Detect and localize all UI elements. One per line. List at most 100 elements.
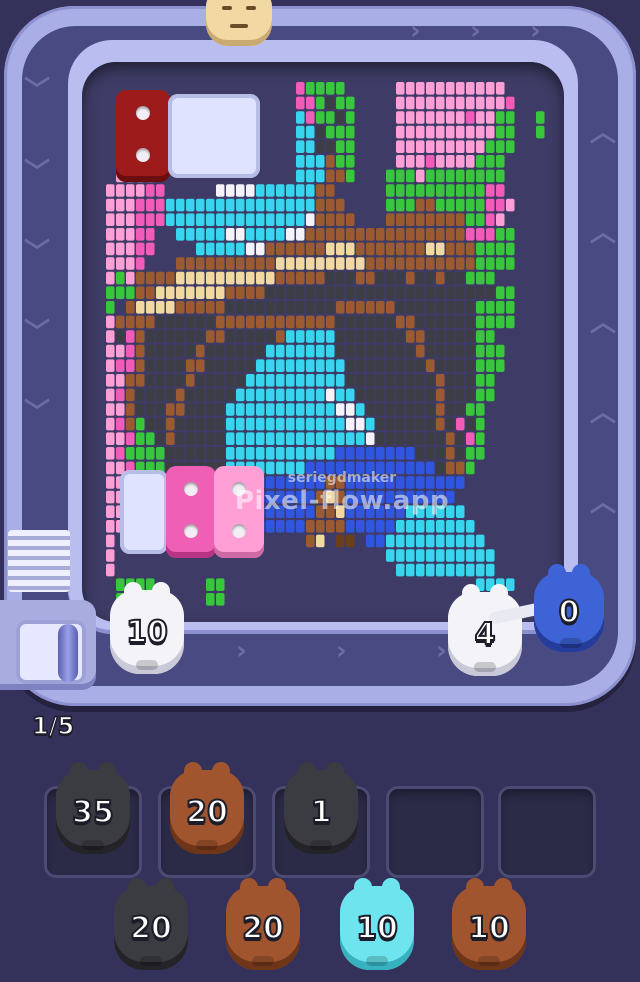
pixel-cube	[276, 344, 285, 358]
pixel-cube	[226, 374, 235, 387]
pixel-cube	[206, 198, 215, 212]
pixel-cube	[116, 315, 125, 329]
pixel-cube	[356, 315, 365, 329]
pixel-cube	[466, 155, 475, 168]
pixel-cube	[186, 315, 195, 329]
queue-pig[interactable]: 10	[340, 878, 414, 970]
pixel-cube	[266, 301, 275, 314]
pixel-cube	[246, 403, 255, 416]
pixel-cube	[206, 417, 215, 431]
pixel-cube	[166, 330, 175, 343]
holding-slot[interactable]	[498, 786, 596, 878]
pixel-cube	[296, 520, 305, 533]
pixel-cube	[216, 417, 225, 431]
pixel-cube	[456, 213, 465, 226]
pixel-cube	[456, 111, 465, 124]
pig-count: 35	[71, 794, 115, 831]
pixel-cube	[486, 213, 495, 226]
watermark-line1: seriegdmaker	[287, 470, 397, 486]
pink-block[interactable]	[166, 466, 216, 558]
queue-pig[interactable]: 10	[452, 878, 526, 970]
slot-pig[interactable]: 1	[284, 762, 358, 854]
pixel-cube	[426, 125, 435, 139]
conveyor-pig[interactable]: 0	[534, 564, 604, 652]
pixel-cube	[446, 549, 455, 562]
pixel-cube	[446, 125, 455, 139]
pixel-cube	[256, 286, 265, 299]
pixel-cube	[366, 359, 375, 372]
pixel-cube	[246, 330, 255, 343]
slot-pig[interactable]: 20	[170, 762, 244, 854]
pixel-cube	[176, 228, 185, 241]
pixel-cube	[136, 374, 145, 387]
pixel-cube	[436, 198, 445, 212]
pixel-cube	[466, 301, 475, 314]
pixel-cube	[276, 432, 285, 445]
pixel-cube	[366, 447, 375, 460]
pixel-cube	[346, 140, 355, 153]
pixel-cube	[296, 301, 305, 314]
pixel-cube	[276, 417, 285, 431]
pixel-cube	[346, 125, 355, 139]
pixel-cube	[316, 447, 325, 460]
conveyor-pig[interactable]: 4	[448, 584, 522, 676]
pixel-cube	[456, 257, 465, 270]
chevron-down-icon: ﹀	[24, 76, 51, 106]
pixel-cube	[206, 359, 215, 372]
pixel-cube	[416, 520, 425, 533]
pixel-cube	[126, 359, 135, 372]
pixel-cube	[326, 359, 335, 372]
pixel-cube	[166, 301, 175, 314]
pixel-cube	[306, 140, 315, 153]
pixel-cube	[136, 359, 145, 372]
pixel-cube	[266, 344, 275, 358]
pixel-cube	[446, 242, 455, 256]
pixel-cube	[386, 184, 395, 197]
pixel-cube	[486, 155, 495, 168]
pixel-cube	[426, 417, 435, 431]
pixel-cube	[336, 125, 345, 139]
pixel-cube	[416, 228, 425, 241]
holding-slot[interactable]	[386, 786, 484, 878]
queue-pig[interactable]: 20	[226, 878, 300, 970]
pixel-cube	[496, 111, 505, 124]
pixel-cube	[256, 228, 265, 241]
pixel-cube	[266, 388, 275, 402]
pixel-cube	[406, 96, 415, 110]
pixel-cube	[366, 315, 375, 329]
pixel-cube	[356, 520, 365, 533]
pixel-cube	[396, 417, 405, 431]
pixel-cube	[446, 563, 455, 577]
pixel-cube	[496, 315, 505, 329]
pixel-cube	[116, 257, 125, 270]
pixel-cube	[286, 315, 295, 329]
conveyor-pig[interactable]: 10	[110, 582, 184, 674]
pixel-cube	[456, 520, 465, 533]
slot-pig[interactable]: 35	[56, 762, 130, 854]
pixel-cube	[246, 301, 255, 314]
pixel-cube	[416, 198, 425, 212]
pixel-cube	[406, 111, 415, 124]
pixel-cube	[386, 301, 395, 314]
pixel-cube	[406, 388, 415, 402]
pixel-cube	[176, 432, 185, 445]
pixel-cube	[486, 359, 495, 372]
pixel-cube	[346, 374, 355, 387]
pixel-cube	[406, 520, 415, 533]
pixel-cube	[476, 286, 485, 299]
pixel-cube	[476, 82, 485, 95]
pixel-cube	[326, 301, 335, 314]
pixel-cube	[466, 169, 475, 183]
pixel-cube	[306, 169, 315, 183]
eye	[222, 6, 232, 10]
pixel-cube	[156, 447, 165, 460]
pixel-cube	[496, 359, 505, 372]
queue-pig[interactable]: 20	[114, 878, 188, 970]
pixel-cube	[166, 315, 175, 329]
pixel-cube	[476, 271, 485, 285]
pixel-cube	[246, 388, 255, 402]
pixel-cube	[506, 257, 515, 270]
red-block[interactable]	[116, 90, 170, 182]
pixel-cube	[296, 447, 305, 460]
pixel-cube	[276, 184, 285, 197]
